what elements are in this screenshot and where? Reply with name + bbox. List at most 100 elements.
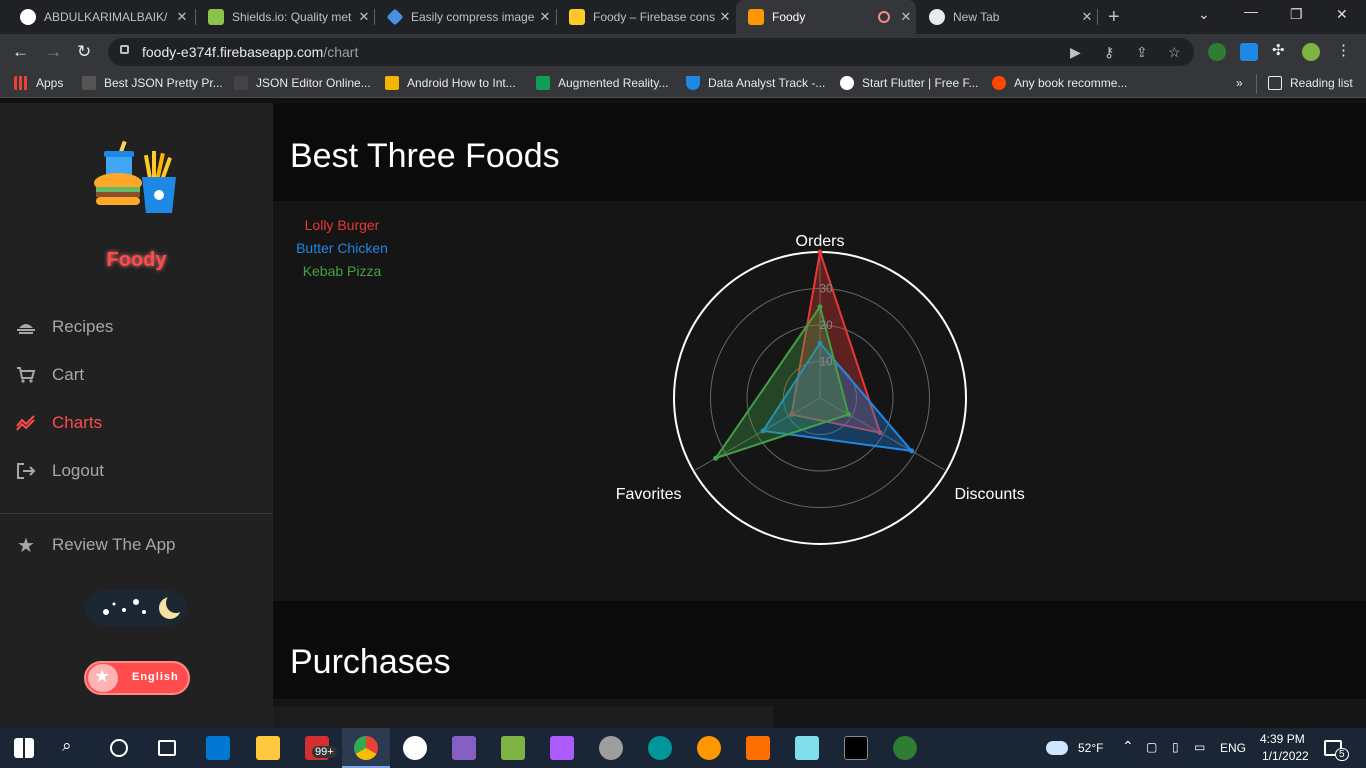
- profile-avatar[interactable]: [1302, 43, 1320, 61]
- bookmark-item[interactable]: Start Flutter | Free F...: [840, 76, 978, 90]
- section-title: Best Three Foods: [290, 137, 560, 175]
- bookmark-item[interactable]: Data Analyst Track -...: [686, 76, 825, 90]
- tray-device-icon[interactable]: ▢: [1146, 740, 1157, 754]
- close-icon[interactable]: ✕: [354, 9, 374, 25]
- ar-icon: [536, 76, 550, 90]
- notes-app-icon[interactable]: [795, 736, 819, 760]
- camera-icon[interactable]: ▶: [1070, 44, 1081, 61]
- battery-icon[interactable]: ▯: [1172, 740, 1179, 754]
- bookmark-item[interactable]: Augmented Reality...: [536, 76, 669, 90]
- close-icon[interactable]: ✕: [715, 9, 735, 25]
- close-icon[interactable]: ✕: [1077, 9, 1097, 25]
- windows-start-icon[interactable]: [14, 738, 34, 758]
- browser-tab[interactable]: Easily compress image ✕: [375, 0, 555, 34]
- extension-shield-icon[interactable]: [1240, 43, 1258, 61]
- tab-divider: [1097, 9, 1098, 25]
- axis-label: Orders: [796, 233, 845, 250]
- bookmark-item[interactable]: Any book recomme...: [992, 76, 1127, 90]
- browser-tab-strip: ABDULKARIMALBAIK/ ✕ Shields.io: Quality …: [0, 0, 1366, 34]
- browser-tab[interactable]: ABDULKARIMALBAIK/ ✕: [8, 0, 192, 34]
- input-language[interactable]: ENG: [1220, 741, 1246, 755]
- visual-studio-icon[interactable]: [452, 736, 476, 760]
- menu-kebab-icon[interactable]: ⋮: [1336, 41, 1354, 59]
- restore-button[interactable]: ❐: [1290, 6, 1303, 23]
- bookmarks-bar: Apps Best JSON Pretty Pr... JSON Editor …: [0, 70, 1366, 98]
- browser-tab[interactable]: Shields.io: Quality met ✕: [196, 0, 374, 34]
- browser-tab-active[interactable]: Foody ✕: [736, 0, 916, 34]
- search-icon[interactable]: ⌕: [62, 736, 72, 756]
- extensions-puzzle-icon[interactable]: ✣: [1272, 41, 1290, 59]
- tab-search-icon[interactable]: ⌄: [1198, 6, 1210, 23]
- bookmark-apps[interactable]: Apps: [14, 76, 63, 90]
- new-tab-button[interactable]: +: [1108, 6, 1120, 29]
- notification-badge: 99+: [312, 746, 337, 758]
- bookmark-item[interactable]: Android How to Int...: [385, 76, 516, 90]
- forward-button[interactable]: →: [45, 42, 62, 62]
- reading-list[interactable]: Reading list: [1268, 76, 1353, 90]
- terminal-icon[interactable]: [844, 736, 868, 760]
- bookmark-item[interactable]: Best JSON Pretty Pr...: [82, 76, 223, 90]
- phpstorm-icon[interactable]: [550, 736, 574, 760]
- sidebar-item-charts[interactable]: Charts: [16, 409, 102, 437]
- close-icon[interactable]: ✕: [172, 9, 192, 25]
- reload-button[interactable]: ↻: [77, 42, 91, 62]
- key-icon[interactable]: ⚷: [1104, 44, 1114, 61]
- bookmarks-overflow[interactable]: »: [1236, 76, 1243, 90]
- arduino-icon[interactable]: [648, 736, 672, 760]
- task-view-icon[interactable]: [158, 740, 176, 756]
- review-app-link[interactable]: ★ Review The App: [16, 531, 175, 559]
- data-point[interactable]: [817, 304, 823, 310]
- language-toggle[interactable]: ★ English: [84, 661, 190, 695]
- app-snail-icon[interactable]: [697, 736, 721, 760]
- sidebar-item-logout[interactable]: Logout: [16, 457, 104, 485]
- clock-time[interactable]: 4:39 PM: [1260, 732, 1305, 746]
- axis-label: Discounts: [954, 486, 1024, 503]
- share-icon[interactable]: ⇪: [1136, 44, 1148, 61]
- sidebar-item-label: Cart: [52, 365, 85, 384]
- data-point[interactable]: [909, 448, 915, 454]
- bookmark-item[interactable]: JSON Editor Online...: [234, 76, 371, 90]
- data-point[interactable]: [817, 249, 823, 255]
- browser-tab[interactable]: New Tab ✕: [917, 0, 1097, 34]
- apps-grid-icon: [14, 76, 28, 90]
- lock-icon: [120, 45, 129, 54]
- weather-temp[interactable]: 52°F: [1078, 741, 1103, 755]
- database-icon[interactable]: [599, 736, 623, 760]
- sidebar-item-label: Recipes: [52, 317, 114, 336]
- bookmark-label: Start Flutter | Free F...: [862, 76, 979, 90]
- store-icon[interactable]: [206, 736, 230, 760]
- overflow-chevron-icon: »: [1236, 76, 1243, 90]
- utility-app-icon[interactable]: [501, 736, 525, 760]
- minimize-button[interactable]: —: [1244, 3, 1258, 19]
- weather-icon[interactable]: [1046, 741, 1068, 755]
- bookmark-label: Data Analyst Track -...: [708, 76, 826, 90]
- axis-label: Favorites: [616, 486, 682, 503]
- network-icon[interactable]: ▭: [1194, 740, 1205, 754]
- close-icon[interactable]: ✕: [896, 9, 916, 25]
- data-point[interactable]: [845, 411, 851, 417]
- bookmark-star-icon[interactable]: ☆: [1168, 44, 1181, 61]
- extension-nl-icon[interactable]: [1208, 43, 1226, 61]
- star-icon: ★: [94, 666, 111, 686]
- sidebar-item-cart[interactable]: Cart: [16, 361, 84, 389]
- tray-chevron-icon[interactable]: ⌃: [1122, 738, 1134, 755]
- word-icon[interactable]: [403, 736, 427, 760]
- data-point[interactable]: [713, 455, 719, 461]
- bookmark-divider: [1256, 74, 1257, 94]
- back-button[interactable]: ←: [12, 42, 29, 62]
- clock-date[interactable]: 1/1/2022: [1262, 749, 1309, 763]
- file-explorer-icon[interactable]: [256, 736, 280, 760]
- close-window-button[interactable]: ✕: [1336, 6, 1348, 23]
- address-bar[interactable]: foody-e374f.firebaseapp.com/chart ▶ ⚷ ⇪ …: [108, 38, 1194, 66]
- cortana-icon[interactable]: [110, 739, 128, 757]
- udacity-icon: [686, 76, 700, 90]
- sidebar-divider: [0, 513, 273, 514]
- close-icon[interactable]: ✕: [535, 9, 555, 25]
- json-icon: [82, 76, 96, 90]
- theme-toggle[interactable]: [86, 590, 186, 626]
- sidebar-item-recipes[interactable]: Recipes: [16, 313, 113, 341]
- send-app-icon[interactable]: [893, 736, 917, 760]
- sublime-text-icon[interactable]: [746, 736, 770, 760]
- chrome-icon[interactable]: [354, 736, 378, 760]
- browser-tab[interactable]: Foody – Firebase cons ✕: [557, 0, 735, 34]
